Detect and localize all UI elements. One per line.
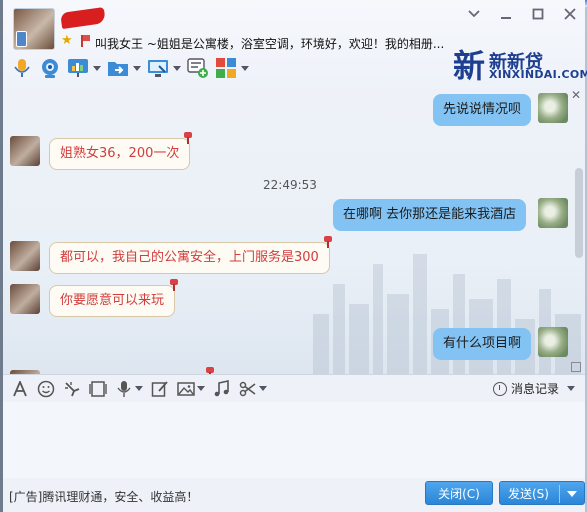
logo-glyph: 新 <box>453 47 486 85</box>
bottom-bar: [广告]腾讯理财通，安全、收益高！ 关闭(C) 发送(S) <box>3 478 585 512</box>
chevron-down-icon[interactable] <box>567 491 577 497</box>
contact-signature: 叫我女王 ~姐姐是公寓楼，浴室空调，环境好，欢迎！我的相册... <box>95 37 445 51</box>
monitor-icon <box>147 57 169 79</box>
chevron-down-icon[interactable] <box>567 386 575 391</box>
chevron-down-icon[interactable] <box>197 386 205 391</box>
chat-toolbar <box>11 56 249 80</box>
chevron-down-icon[interactable] <box>173 65 181 71</box>
shake-icon[interactable] <box>63 380 81 398</box>
send-button[interactable]: 发送(S) <box>499 481 585 505</box>
maximize-icon[interactable] <box>531 8 545 22</box>
close-icon[interactable] <box>563 8 577 22</box>
chevron-down-icon[interactable] <box>467 8 481 22</box>
screenshot-scissors-icon[interactable] <box>239 380 257 398</box>
bubble-pin-icon <box>169 279 179 291</box>
self-avatar[interactable] <box>538 93 568 123</box>
self-avatar[interactable] <box>538 327 568 357</box>
chat-header: ★ 叫我女王 ~姐姐是公寓楼，浴室空调，环境好，欢迎！我的相册... 新 新新贷… <box>3 0 587 88</box>
message-outgoing: 在哪啊 去你那还是能来我酒店 <box>333 199 527 231</box>
message-history[interactable]: ✕ 先说说情况呗 姐熟女36，200一次 22:49:53 在哪啊 去你那还是能… <box>3 88 585 374</box>
message-incoming: 都可以，我自己的公寓安全，上门服务是300 <box>49 242 330 274</box>
send-file-button[interactable] <box>107 56 141 80</box>
contact-avatar[interactable] <box>13 8 55 50</box>
presentation-icon <box>67 57 89 79</box>
message-outgoing: 有什么项目啊 <box>433 328 532 360</box>
voice-message-icon[interactable] <box>115 380 133 398</box>
edit-icon[interactable] <box>151 380 169 398</box>
close-button[interactable]: 关闭(C) <box>425 481 493 505</box>
video-call-button[interactable] <box>39 56 61 80</box>
message-outgoing: 先说说情况呗 <box>433 94 532 126</box>
bubble-pin-icon <box>183 132 193 144</box>
image-icon[interactable] <box>177 380 195 398</box>
screen-share-button[interactable] <box>67 56 101 80</box>
message-incoming: 姐熟女36，200一次 <box>49 138 191 170</box>
gif-icon[interactable] <box>89 380 107 398</box>
font-icon[interactable] <box>11 380 29 398</box>
contact-avatar-small[interactable] <box>10 241 40 271</box>
message-timestamp: 22:49:53 <box>263 178 317 192</box>
send-divider <box>559 485 560 503</box>
input-toolbar: 消息记录 <box>3 374 585 402</box>
chat-add-icon <box>187 57 209 79</box>
message-incoming: 你要愿意可以来玩 <box>49 285 176 317</box>
minimize-icon[interactable] <box>499 8 513 22</box>
create-group-button[interactable] <box>187 56 209 80</box>
message-history-button[interactable]: 消息记录 <box>492 380 575 397</box>
bubble-pin-icon <box>205 367 215 374</box>
redacted-contact-name <box>60 7 106 29</box>
window-controls <box>467 8 577 22</box>
contact-avatar-small[interactable] <box>10 136 40 166</box>
contact-avatar-small[interactable] <box>10 284 40 314</box>
voice-call-button[interactable] <box>11 56 33 80</box>
chevron-down-icon[interactable] <box>133 65 141 71</box>
collapse-icon[interactable] <box>571 362 581 372</box>
mobile-online-icon <box>16 31 27 47</box>
chevron-down-icon[interactable] <box>93 65 101 71</box>
microphone-icon <box>11 57 33 79</box>
chevron-down-icon[interactable] <box>259 386 267 391</box>
folder-transfer-icon <box>107 57 129 79</box>
apps-button[interactable] <box>215 56 249 80</box>
send-label: 发送(S) <box>508 487 549 501</box>
bubble-pin-icon <box>323 236 333 248</box>
chat-scrollbar[interactable] <box>575 168 583 258</box>
music-icon[interactable] <box>213 379 231 398</box>
apps-grid-icon <box>215 57 237 79</box>
chevron-down-icon[interactable] <box>241 65 249 71</box>
ad-link[interactable]: [广告]腾讯理财通，安全、收益高！ <box>9 488 198 505</box>
emoji-icon[interactable] <box>37 380 55 398</box>
chevron-down-icon[interactable] <box>135 386 143 391</box>
logo-name-en: XINXINDAI.COM <box>489 68 587 81</box>
clock-icon <box>492 381 507 396</box>
vip-star-icon: ★ <box>61 33 73 48</box>
ad-logo[interactable]: 新 新新贷 XINXINDAI.COM <box>451 46 587 88</box>
history-label: 消息记录 <box>510 382 559 396</box>
webcam-icon <box>39 57 61 79</box>
flag-icon <box>79 35 91 47</box>
message-input[interactable] <box>3 402 585 478</box>
close-icon[interactable]: ✕ <box>571 88 581 102</box>
self-avatar[interactable] <box>538 198 568 228</box>
remote-desktop-button[interactable] <box>147 56 181 80</box>
